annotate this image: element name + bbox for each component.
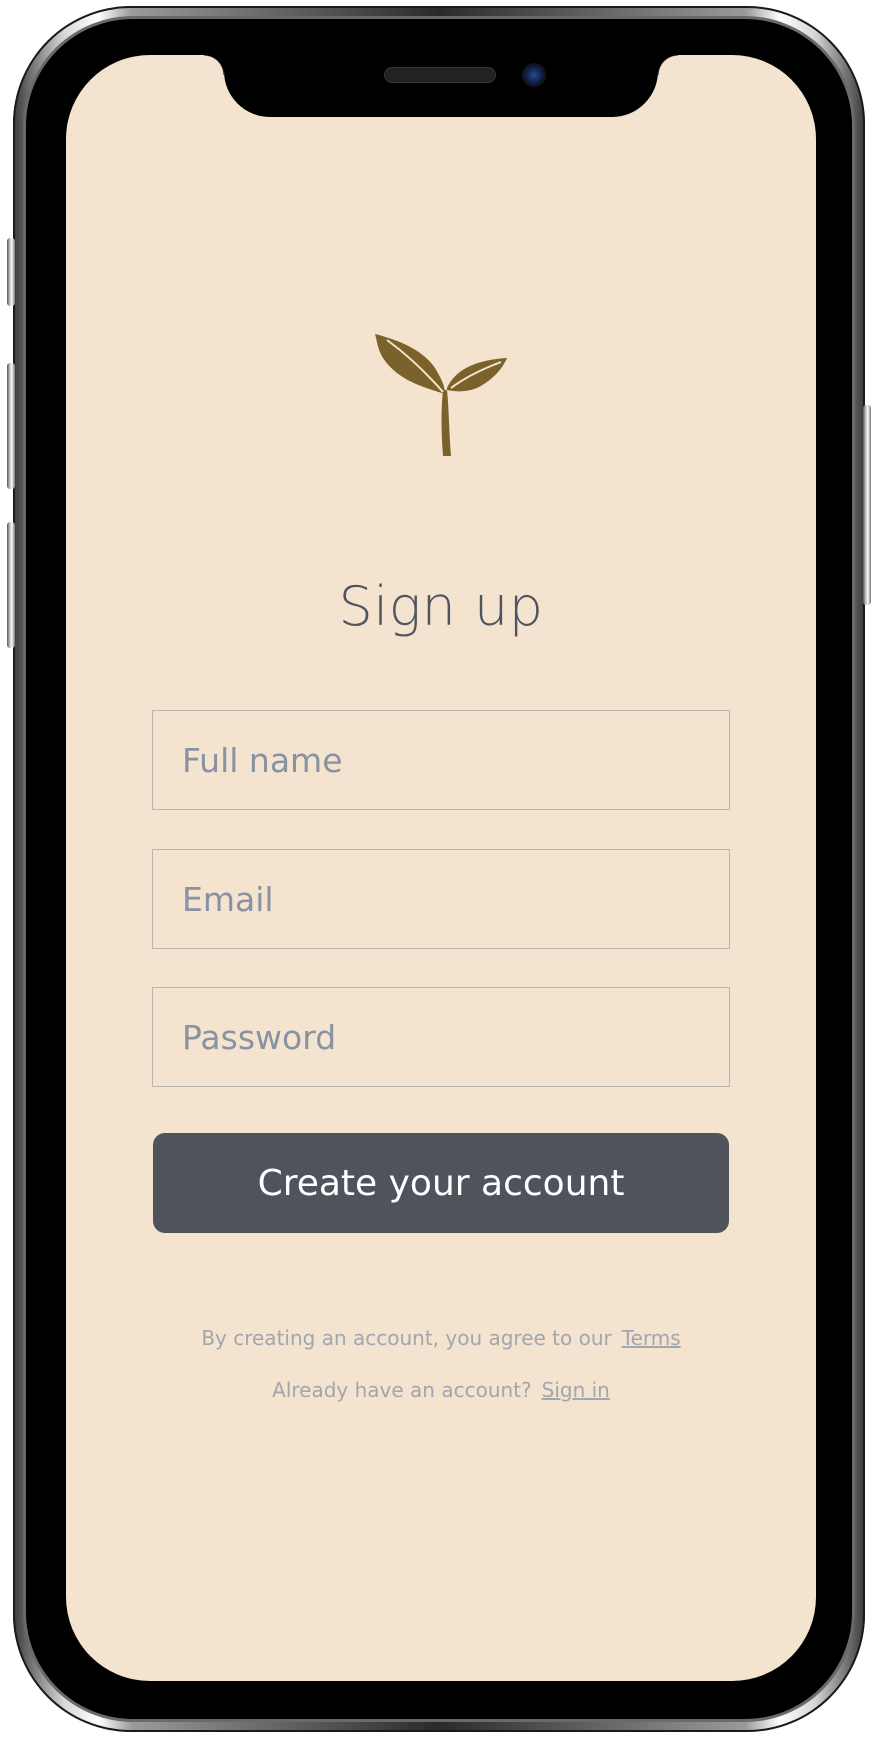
full-name-input[interactable] <box>152 710 730 810</box>
password-input[interactable] <box>152 987 730 1087</box>
terms-text: By creating an account, you agree to our <box>201 1326 612 1350</box>
volume-down-button <box>7 522 15 648</box>
create-account-button[interactable]: Create your account <box>153 1133 729 1233</box>
app-screen: Sign up Create your account By creating … <box>66 55 816 1681</box>
signin-notice: Already have an account? Sign in <box>66 1378 816 1402</box>
volume-up-button <box>7 363 15 489</box>
front-camera <box>522 63 546 87</box>
notch <box>204 55 678 117</box>
power-button <box>863 405 871 605</box>
terms-notice: By creating an account, you agree to our… <box>66 1326 816 1350</box>
ringer-switch <box>7 238 15 306</box>
page-title: Sign up <box>338 575 544 638</box>
signin-link[interactable]: Sign in <box>542 1378 610 1402</box>
terms-link[interactable]: Terms <box>622 1326 681 1350</box>
signin-text: Already have an account? <box>272 1378 532 1402</box>
sprout-icon <box>375 334 507 456</box>
speaker-grille <box>384 67 496 83</box>
email-input[interactable] <box>152 849 730 949</box>
